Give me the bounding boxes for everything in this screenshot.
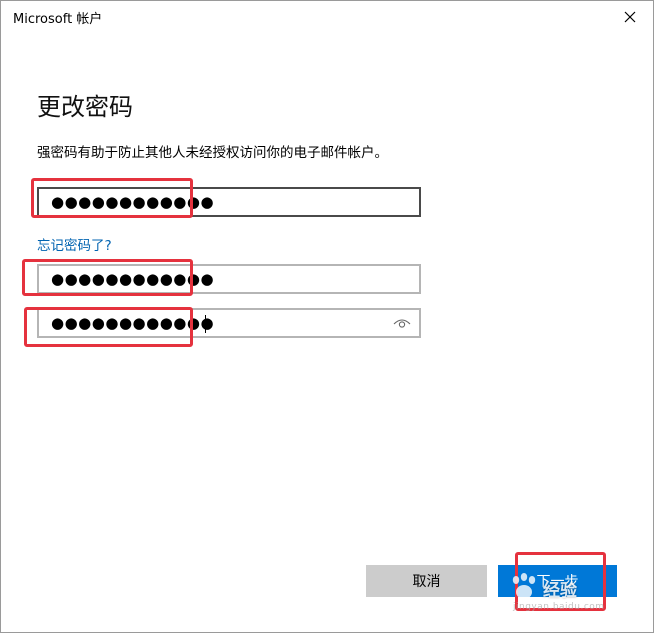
window-title: Microsoft 帐户 <box>13 12 103 27</box>
new-password-value: ●●●●●●●●●●●● <box>51 270 215 288</box>
forgot-password-link[interactable]: 忘记密码了? <box>37 234 112 254</box>
description-text: 强密码有助于防止其他人未经授权访问你的电子邮件帐户。 <box>37 145 388 161</box>
current-password-value: ●●●●●●●●●●●● <box>51 193 215 211</box>
close-button[interactable] <box>607 1 653 33</box>
text-caret <box>205 315 206 333</box>
page-title: 更改密码 <box>37 93 133 121</box>
microsoft-account-dialog: Microsoft 帐户 更改密码 强密码有助于防止其他人未经授权访问你的电子邮… <box>0 0 654 633</box>
eye-icon[interactable] <box>393 316 411 330</box>
current-password-field[interactable]: ●●●●●●●●●●●● <box>37 187 421 217</box>
close-icon <box>624 11 636 23</box>
confirm-password-value: ●●●●●●●●●●●● <box>51 314 215 332</box>
title-bar: Microsoft 帐户 <box>1 1 653 33</box>
new-password-field[interactable]: ●●●●●●●●●●●● <box>37 264 421 294</box>
confirm-password-field[interactable]: ●●●●●●●●●●●● <box>37 308 421 338</box>
next-button[interactable]: 下一步 <box>498 565 617 597</box>
cancel-button[interactable]: 取消 <box>366 565 487 597</box>
